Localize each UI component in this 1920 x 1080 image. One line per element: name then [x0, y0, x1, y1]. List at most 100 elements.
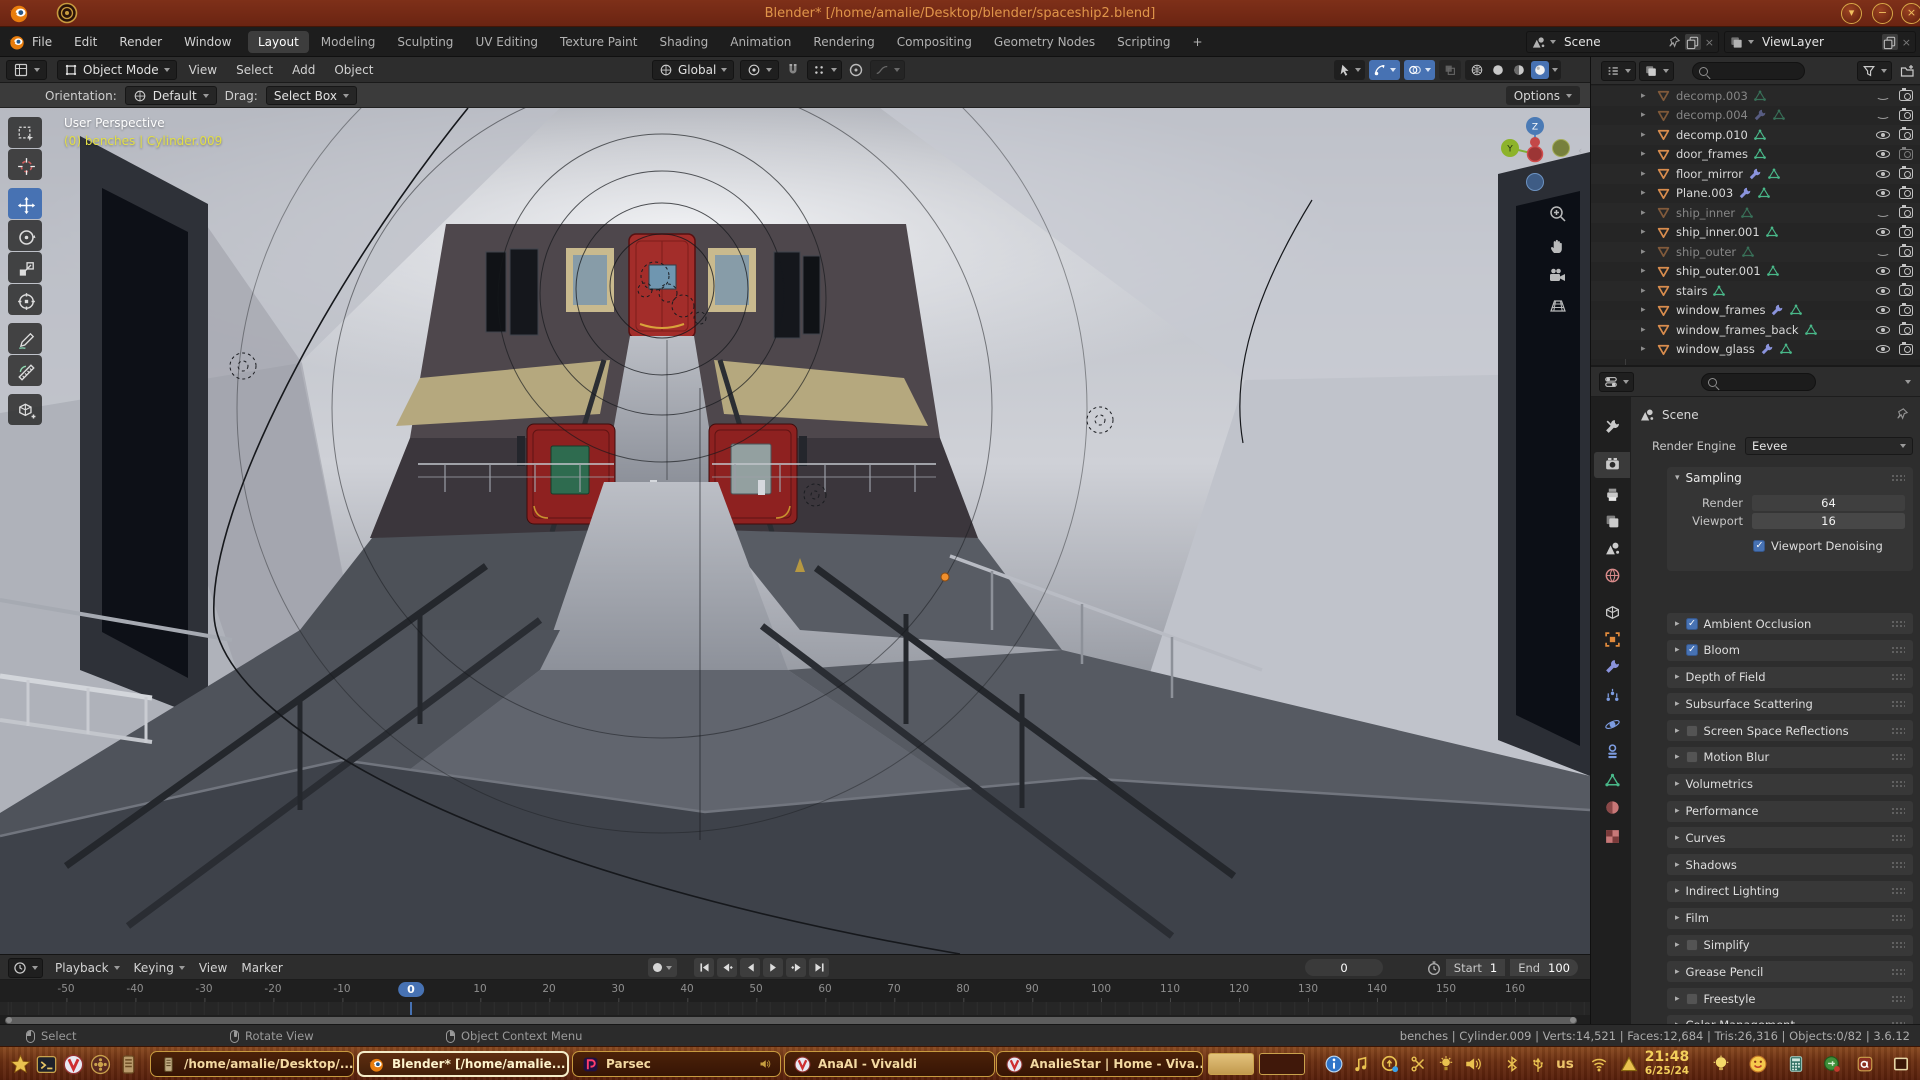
hide-in-viewport-toggle[interactable] [1876, 342, 1890, 356]
collapsed-panel[interactable]: Grease Pencil [1667, 961, 1913, 982]
hide-in-viewport-toggle[interactable] [1876, 108, 1890, 122]
workspace-tab[interactable]: Rendering [803, 31, 884, 53]
viewport-denoising-checkbox[interactable] [1753, 540, 1765, 552]
hide-in-viewport-toggle[interactable] [1876, 206, 1890, 220]
shading-wireframe-button[interactable] [1468, 61, 1486, 79]
tab-constraints[interactable] [1594, 740, 1630, 766]
hide-in-viewport-toggle[interactable] [1876, 167, 1890, 181]
object-name[interactable]: window_glass [1676, 342, 1755, 356]
tray-icon[interactable] [1437, 1055, 1455, 1073]
outliner-row[interactable]: ship_outer [1591, 242, 1920, 262]
playhead-line[interactable] [410, 1002, 412, 1015]
pin-id-icon[interactable] [1894, 407, 1909, 422]
zoom-icon[interactable] [1548, 204, 1568, 224]
timeline-menu-item[interactable]: View [193, 958, 233, 978]
shading-rendered-button[interactable] [1531, 61, 1549, 79]
select-box-tool[interactable] [8, 117, 42, 148]
add-cube-tool[interactable] [8, 394, 42, 425]
toggle-perspective-icon[interactable] [1548, 296, 1568, 316]
workspace-tab[interactable]: Sculpting [387, 31, 463, 53]
disable-in-render-toggle[interactable] [1899, 110, 1913, 121]
tab-view-layer[interactable] [1594, 510, 1630, 536]
tray-icon[interactable] [1381, 1055, 1399, 1073]
panel-grip[interactable] [1891, 646, 1905, 654]
tray-icon[interactable] [1712, 1055, 1730, 1073]
object-name[interactable]: floor_mirror [1676, 167, 1743, 181]
object-name[interactable]: window_frames_back [1676, 323, 1799, 337]
app-menu-item[interactable]: Render [117, 33, 164, 51]
tab-tool[interactable] [1594, 415, 1630, 441]
task-button[interactable]: Blender* [/home/amalie... [357, 1051, 569, 1077]
object-name[interactable]: door_frames [1676, 147, 1748, 161]
viewport-menu-item[interactable]: View [187, 61, 219, 79]
object-name[interactable]: decomp.003 [1676, 89, 1748, 103]
expand-arrow-icon[interactable] [1641, 110, 1651, 120]
tray-icon[interactable] [1590, 1055, 1608, 1073]
panel-grip[interactable] [1891, 834, 1905, 842]
measure-tool[interactable] [8, 355, 42, 386]
object-name[interactable]: ship_outer.001 [1676, 264, 1761, 278]
outliner-row[interactable]: window_frames [1591, 301, 1920, 321]
viewlayer-selector[interactable]: ViewLayer × [1724, 31, 1916, 53]
collapsed-panel[interactable]: Simplify [1667, 935, 1913, 956]
options-dropdown[interactable]: Options [1506, 86, 1580, 105]
collapsed-panel[interactable]: Screen Space Reflections [1667, 720, 1913, 741]
panel-grip[interactable] [1891, 620, 1905, 628]
workspace-1[interactable] [1208, 1053, 1254, 1075]
tab-modifiers[interactable] [1594, 655, 1630, 681]
outliner-row[interactable]: decomp.004 [1591, 106, 1920, 126]
camera-view-icon[interactable] [1548, 266, 1568, 286]
hide-in-viewport-toggle[interactable] [1876, 147, 1890, 161]
app-menu-item[interactable]: Window [182, 33, 233, 51]
tab-object[interactable] [1594, 628, 1630, 654]
collapsed-panel[interactable]: Performance [1667, 801, 1913, 822]
preview-range-stopwatch-icon[interactable] [1426, 960, 1442, 976]
tray-icon[interactable] [1529, 1055, 1547, 1073]
shading-solid-button[interactable] [1489, 61, 1507, 79]
expand-arrow-icon[interactable] [1641, 266, 1651, 276]
panel-checkbox[interactable] [1686, 751, 1698, 763]
play-reverse-button[interactable] [740, 958, 760, 977]
workspace-tab[interactable]: Modeling [311, 31, 386, 53]
pivot-point-dropdown[interactable] [740, 60, 779, 80]
sampling-panel-header[interactable]: Sampling [1667, 467, 1913, 489]
viewport-menu-item[interactable]: Object [332, 61, 375, 79]
disable-in-render-toggle[interactable] [1899, 227, 1913, 238]
tray-icon[interactable] [1620, 1055, 1638, 1073]
hide-in-viewport-toggle[interactable] [1876, 245, 1890, 259]
task-button[interactable]: AnalieStar | Home - Viva... [996, 1051, 1203, 1077]
panel-grip[interactable] [1891, 753, 1905, 761]
collapsed-panel[interactable]: Ambient Occlusion [1667, 613, 1913, 634]
jump-to-end-button[interactable] [809, 958, 829, 977]
annotate-tool[interactable] [8, 323, 42, 354]
outliner-row[interactable]: stairs [1591, 281, 1920, 301]
collapsed-panel[interactable]: Shadows [1667, 854, 1913, 875]
outliner-row[interactable]: floor_mirror [1591, 164, 1920, 184]
new-viewlayer-button[interactable] [1882, 34, 1898, 50]
panel-grip[interactable] [1891, 861, 1905, 869]
auto-keying-button[interactable] [648, 958, 677, 977]
object-name[interactable]: decomp.004 [1676, 108, 1748, 122]
workspace-tab[interactable]: + [1183, 31, 1213, 53]
outliner-row[interactable]: ship_outer.001 [1591, 262, 1920, 282]
hide-in-viewport-toggle[interactable] [1876, 89, 1890, 103]
properties-options-caret[interactable] [1905, 380, 1911, 384]
expand-arrow-icon[interactable] [1641, 149, 1651, 159]
tray-icon[interactable] [1749, 1055, 1767, 1073]
tab-output[interactable] [1594, 483, 1630, 509]
overlays-toggle[interactable] [1404, 60, 1435, 80]
collapsed-panel[interactable]: Indirect Lighting [1667, 881, 1913, 902]
orientation-setting-dropdown[interactable]: Default [125, 86, 217, 105]
remove-viewlayer-icon[interactable]: × [1902, 36, 1911, 49]
outliner-search-input[interactable] [1692, 62, 1805, 80]
hide-in-viewport-toggle[interactable] [1876, 284, 1890, 298]
properties-search-input[interactable] [1701, 373, 1816, 391]
panel-checkbox[interactable] [1686, 993, 1698, 1005]
viewport-3d[interactable]: User Perspective (0) benches | Cylinder.… [0, 108, 1590, 954]
region-collapse-arrow[interactable]: ‹ [1578, 144, 1582, 157]
tab-physics[interactable] [1594, 713, 1630, 739]
panel-checkbox[interactable] [1686, 939, 1698, 951]
proportional-editing-icon[interactable] [848, 62, 864, 78]
current-frame-indicator[interactable]: 0 [398, 982, 424, 997]
object-visibility-dropdown[interactable] [1334, 60, 1365, 80]
